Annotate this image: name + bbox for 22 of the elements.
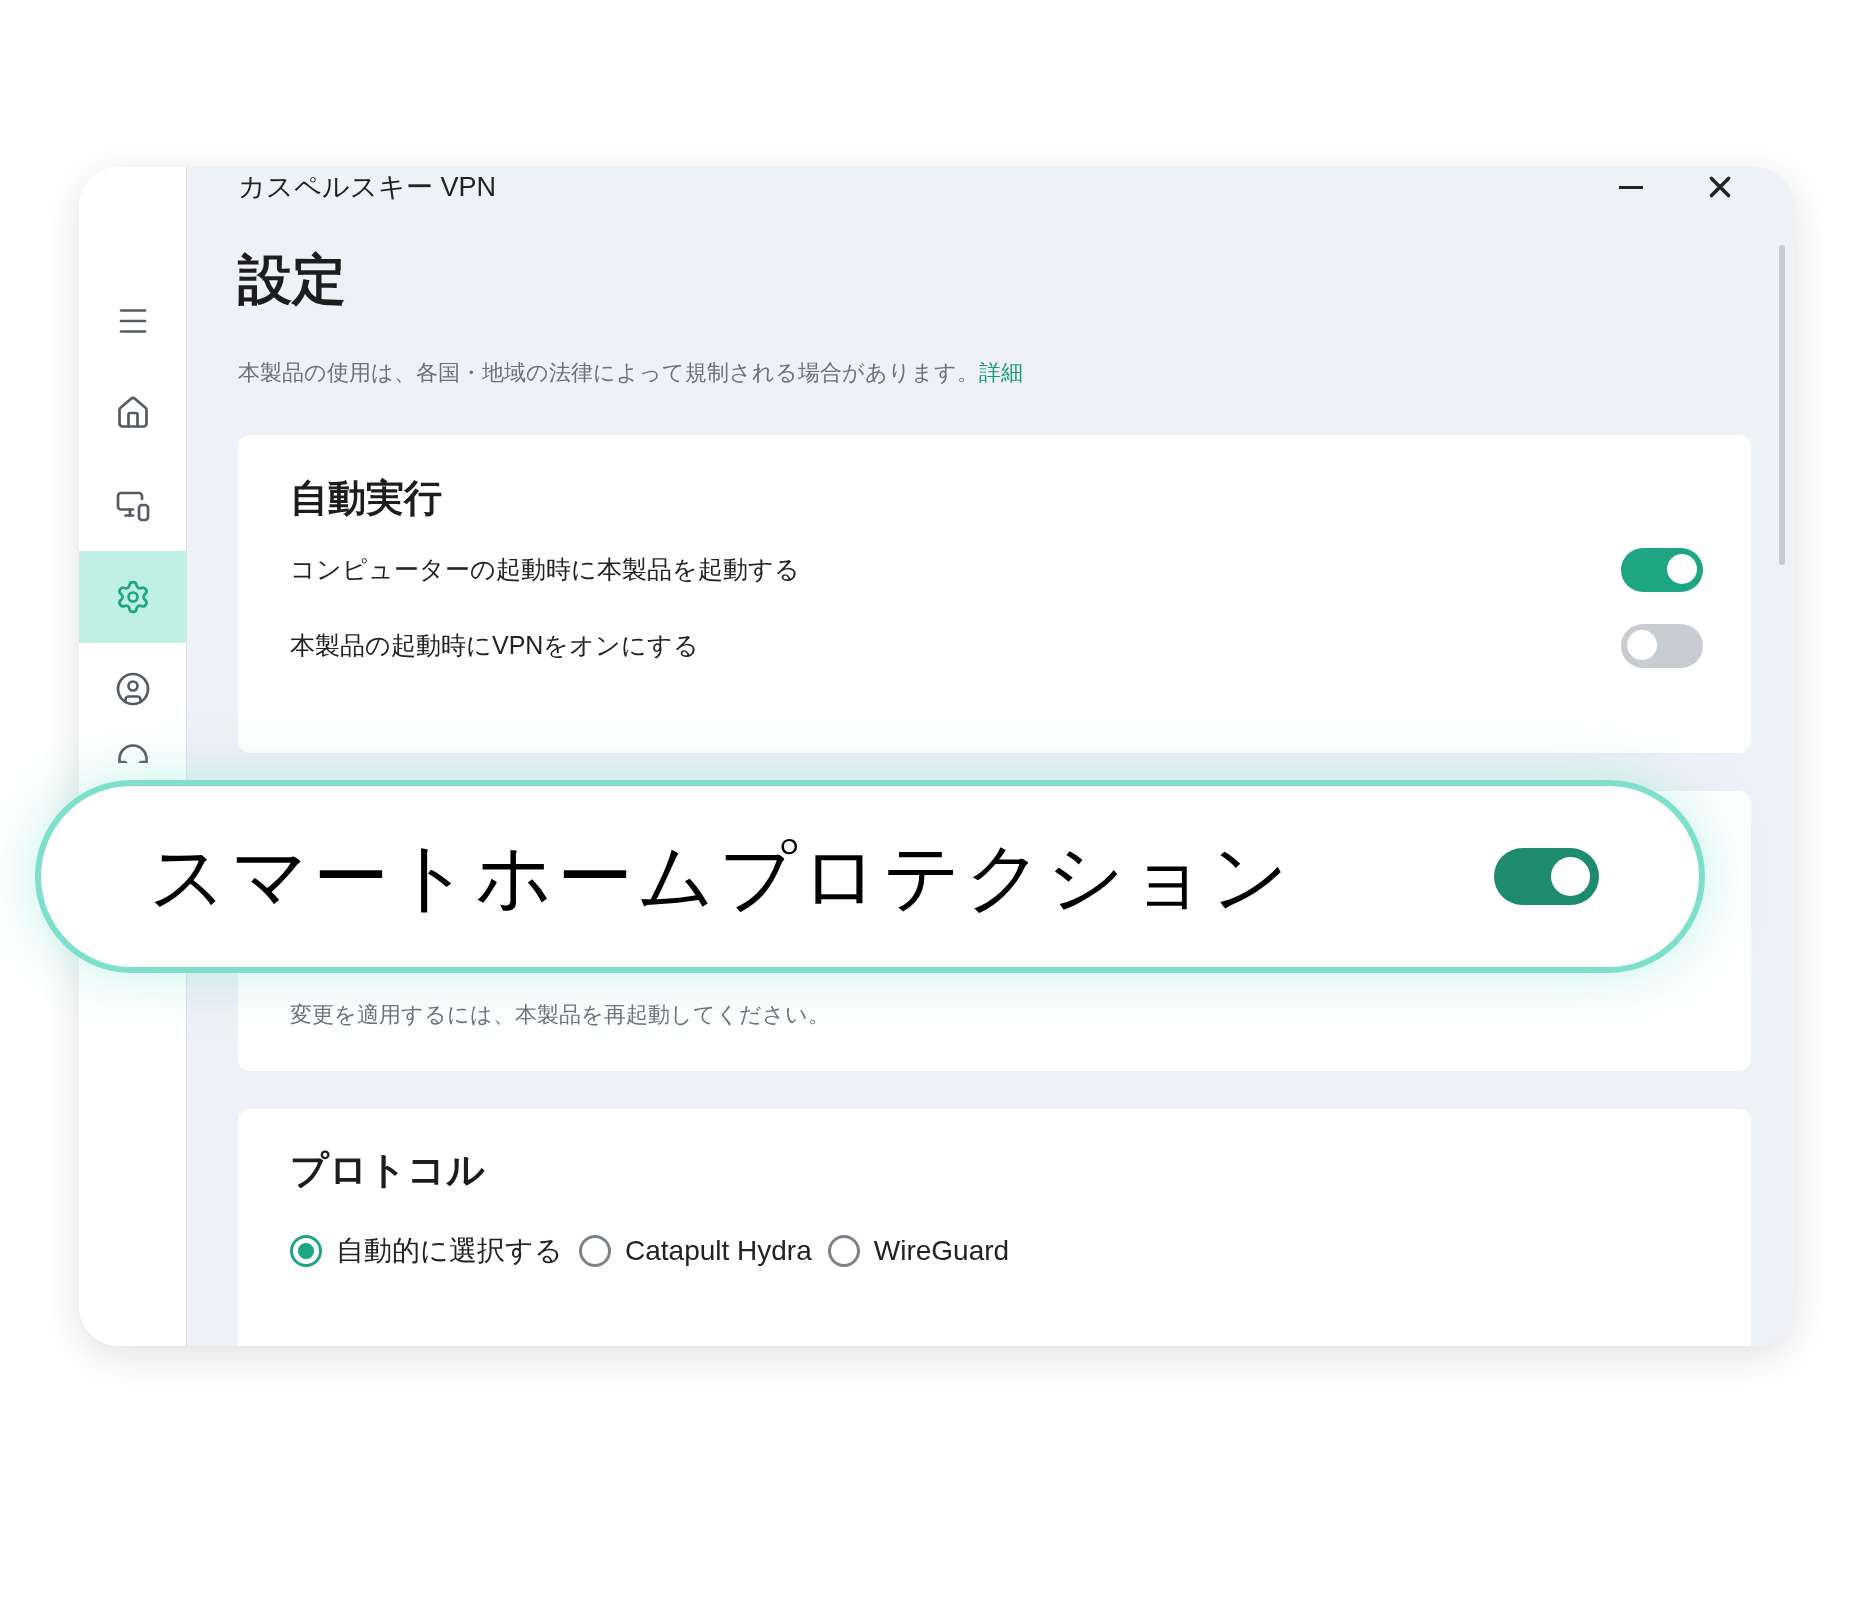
- radio-button[interactable]: [827, 1235, 860, 1267]
- toggle-switch[interactable]: [1621, 624, 1703, 668]
- user-icon: [114, 671, 151, 707]
- toggle-switch[interactable]: [1494, 848, 1599, 905]
- radio-label: WireGuard: [873, 1234, 1010, 1268]
- details-link[interactable]: 詳細: [979, 359, 1023, 385]
- callout-label: スマートホームプロテクション: [149, 832, 1293, 921]
- minimize-button[interactable]: [1619, 185, 1643, 189]
- page-heading: 設定: [238, 251, 347, 306]
- window-title: カスペルスキー VPN: [238, 171, 497, 204]
- radio-label: 自動的に選択する: [336, 1234, 563, 1268]
- setting-label: 本製品の起動時にVPNをオンにする: [290, 630, 700, 662]
- restart-note: 変更を適用するには、本製品を再起動してください。: [290, 1000, 831, 1029]
- notice-text: 本製品の使用は、各国・地域の法律によって規制される場合があります。: [238, 359, 979, 385]
- toggle-switch[interactable]: [1621, 548, 1703, 592]
- radio-label: Catapult Hydra: [625, 1234, 812, 1268]
- radio-button[interactable]: [579, 1235, 611, 1267]
- minimize-icon: [1619, 185, 1643, 189]
- setting-label: コンピューターの起動時に本製品を起動する: [290, 554, 800, 586]
- section-title: プロトコル: [290, 1147, 486, 1193]
- radio-button[interactable]: [290, 1235, 322, 1267]
- section-title: 自動実行: [290, 475, 443, 521]
